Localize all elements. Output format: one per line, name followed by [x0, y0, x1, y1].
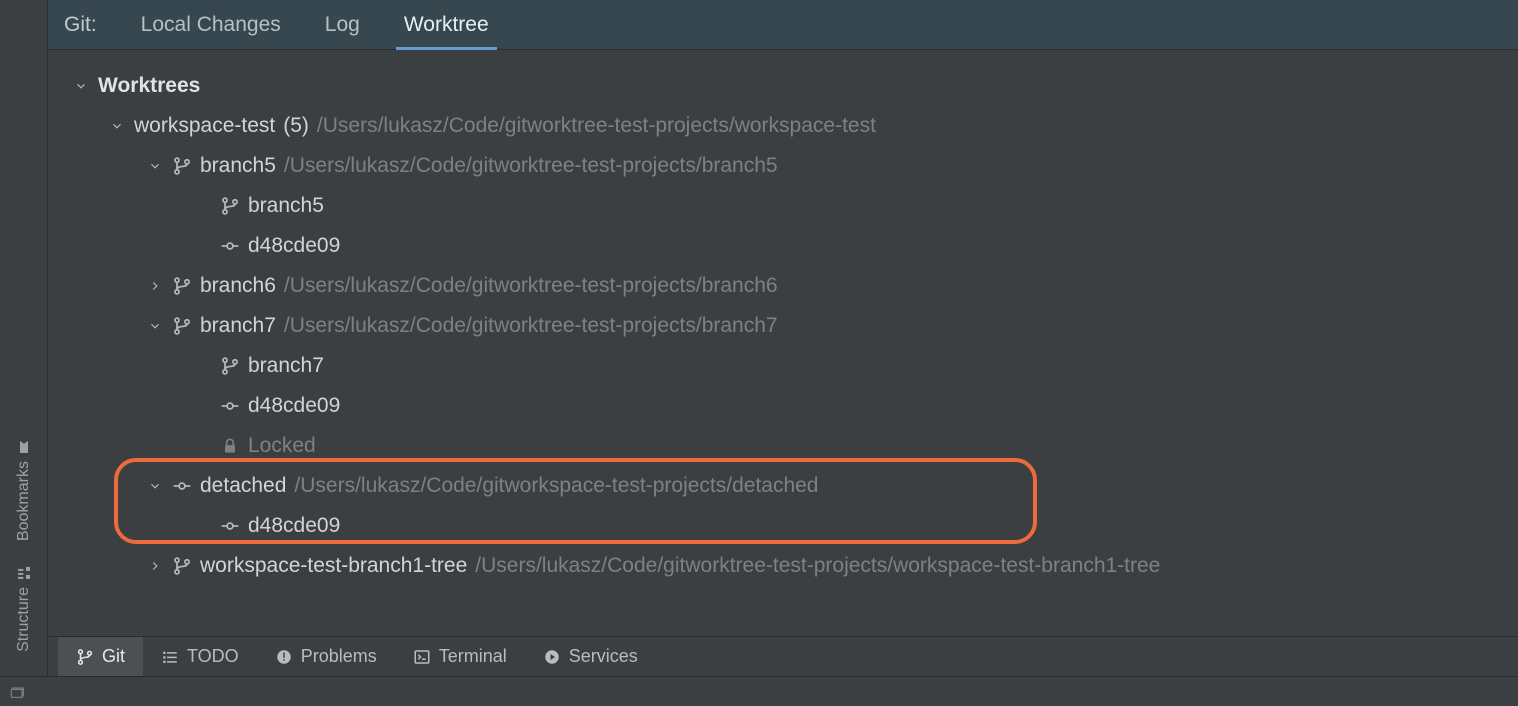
commit-icon — [172, 476, 192, 496]
branch7-sub-label: branch7 — [248, 354, 324, 378]
commit-icon — [220, 236, 240, 256]
branch7-path: /Users/lukasz/Code/gitworktree-test-proj… — [284, 314, 778, 338]
bottom-problems[interactable]: Problems — [257, 637, 395, 677]
tree-detached-commit[interactable]: d48cde09 — [68, 506, 1508, 546]
play-icon — [543, 648, 561, 666]
tree-branch7-locked[interactable]: Locked — [68, 426, 1508, 466]
tree-branch7-sub[interactable]: branch7 — [68, 346, 1508, 386]
branch-icon — [172, 556, 192, 576]
problems-icon — [275, 648, 293, 666]
window-icon[interactable] — [10, 684, 26, 700]
tab-worktree[interactable]: Worktree — [382, 0, 511, 50]
commit-icon — [220, 396, 240, 416]
wtb1-path: /Users/lukasz/Code/gitworktree-test-proj… — [475, 554, 1160, 578]
branch-icon — [172, 276, 192, 296]
workspace-count: (5) — [283, 114, 309, 138]
detached-commit-label: d48cde09 — [248, 514, 340, 538]
tree-root[interactable]: Worktrees — [68, 66, 1508, 106]
branch7-commit-label: d48cde09 — [248, 394, 340, 418]
branch5-sub-label: branch5 — [248, 194, 324, 218]
tree-branch6[interactable]: branch6 /Users/lukasz/Code/gitworktree-t… — [68, 266, 1508, 306]
branch7-locked-label: Locked — [248, 434, 316, 458]
workspace-name: workspace-test — [134, 114, 275, 138]
chevron-right-icon[interactable] — [146, 557, 164, 575]
chevron-down-icon[interactable] — [146, 317, 164, 335]
bottom-services[interactable]: Services — [525, 637, 656, 677]
tree-branch5[interactable]: branch5 /Users/lukasz/Code/gitworktree-t… — [68, 146, 1508, 186]
lock-icon — [220, 436, 240, 456]
bottom-todo[interactable]: TODO — [143, 637, 257, 677]
bottom-terminal[interactable]: Terminal — [395, 637, 525, 677]
bottom-problems-label: Problems — [301, 646, 377, 667]
bottom-terminal-label: Terminal — [439, 646, 507, 667]
workspace-path: /Users/lukasz/Code/gitworktree-test-proj… — [317, 114, 876, 138]
tree-branch7-commit[interactable]: d48cde09 — [68, 386, 1508, 426]
detached-path: /Users/lukasz/Code/gitworkspace-test-pro… — [294, 474, 818, 498]
tab-local-changes[interactable]: Local Changes — [119, 0, 303, 50]
bookmark-icon — [16, 439, 32, 455]
left-tool-rail: Bookmarks Structure — [0, 0, 48, 676]
bottom-todo-label: TODO — [187, 646, 239, 667]
tree-root-label: Worktrees — [98, 74, 200, 98]
chevron-down-icon[interactable] — [108, 117, 126, 135]
tree-detached[interactable]: detached /Users/lukasz/Code/gitworkspace… — [68, 466, 1508, 506]
commit-icon — [220, 516, 240, 536]
chevron-right-icon[interactable] — [146, 277, 164, 295]
rail-structure-label: Structure — [15, 587, 33, 652]
chevron-down-icon[interactable] — [72, 77, 90, 95]
branch-icon — [220, 196, 240, 216]
worktree-tree-pane: Worktrees workspace-test (5) /Users/luka… — [48, 50, 1518, 636]
detached-name: detached — [200, 474, 286, 498]
bottom-git-label: Git — [102, 646, 125, 667]
branch-icon — [172, 156, 192, 176]
tree-branch5-commit[interactable]: d48cde09 — [68, 226, 1508, 266]
bottom-git[interactable]: Git — [58, 637, 143, 677]
status-bar — [0, 676, 1518, 706]
tabbar-prefix: Git: — [58, 13, 119, 37]
tab-log[interactable]: Log — [303, 0, 382, 50]
branch-icon — [220, 356, 240, 376]
tree-branch5-sub[interactable]: branch5 — [68, 186, 1508, 226]
structure-icon — [16, 565, 32, 581]
bottom-toolbar: Git TODO Problems Terminal — [48, 636, 1518, 676]
bottom-services-label: Services — [569, 646, 638, 667]
list-icon — [161, 648, 179, 666]
branch5-path: /Users/lukasz/Code/gitworktree-test-proj… — [284, 154, 778, 178]
tree-workspace[interactable]: workspace-test (5) /Users/lukasz/Code/gi… — [68, 106, 1508, 146]
branch-icon — [76, 648, 94, 666]
terminal-icon — [413, 648, 431, 666]
tree-wtb1[interactable]: workspace-test-branch1-tree /Users/lukas… — [68, 546, 1508, 586]
branch5-name: branch5 — [200, 154, 276, 178]
branch6-path: /Users/lukasz/Code/gitworktree-test-proj… — [284, 274, 778, 298]
branch6-name: branch6 — [200, 274, 276, 298]
branch7-name: branch7 — [200, 314, 276, 338]
tree-branch7[interactable]: branch7 /Users/lukasz/Code/gitworktree-t… — [68, 306, 1508, 346]
wtb1-name: workspace-test-branch1-tree — [200, 554, 467, 578]
chevron-down-icon[interactable] — [146, 157, 164, 175]
rail-structure[interactable]: Structure — [11, 553, 37, 664]
chevron-down-icon[interactable] — [146, 477, 164, 495]
rail-bookmarks-label: Bookmarks — [15, 461, 33, 541]
rail-bookmarks[interactable]: Bookmarks — [11, 427, 37, 553]
git-tabbar: Git: Local Changes Log Worktree — [48, 0, 1518, 50]
branch-icon — [172, 316, 192, 336]
branch5-commit-label: d48cde09 — [248, 234, 340, 258]
